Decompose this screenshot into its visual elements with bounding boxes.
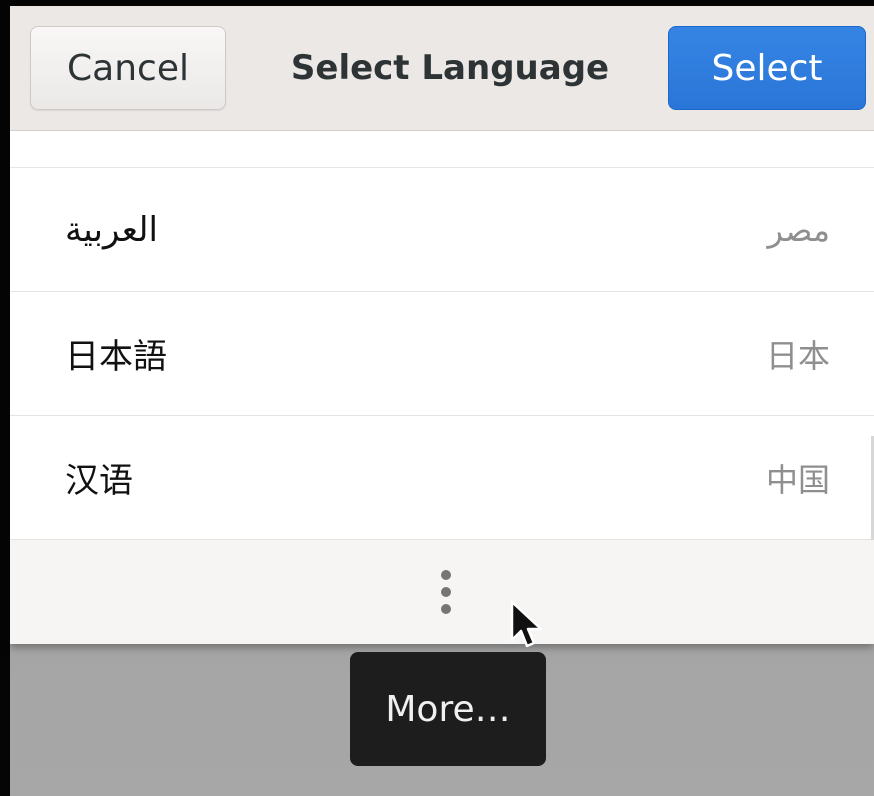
list-top-separator bbox=[10, 131, 874, 168]
language-dialog: Cancel Select Language Select العربية مص… bbox=[10, 6, 874, 644]
language-row-arabic[interactable]: العربية مصر bbox=[10, 168, 874, 292]
cancel-button[interactable]: Cancel bbox=[30, 26, 226, 110]
more-tooltip: More… bbox=[350, 652, 546, 766]
more-languages-button[interactable] bbox=[10, 540, 874, 644]
dialog-title: Select Language bbox=[290, 48, 610, 88]
language-region: 日本 bbox=[765, 336, 830, 375]
language-name: العربية bbox=[65, 209, 158, 250]
language-name: 日本語 bbox=[65, 337, 167, 377]
window-frame-left bbox=[0, 0, 10, 796]
language-name: 汉语 bbox=[65, 461, 133, 501]
language-region: مصر bbox=[767, 210, 830, 249]
screen: Cancel Select Language Select العربية مص… bbox=[0, 0, 874, 796]
mouse-pointer-icon bbox=[510, 600, 543, 648]
language-row-japanese[interactable]: 日本語 日本 bbox=[10, 292, 874, 416]
select-button[interactable]: Select bbox=[668, 26, 866, 110]
dialog-header: Cancel Select Language Select bbox=[10, 6, 874, 131]
language-list: العربية مصر 日本語 日本 汉语 中国 bbox=[10, 131, 874, 644]
language-region: 中国 bbox=[765, 460, 830, 499]
language-row-chinese[interactable]: 汉语 中国 bbox=[10, 416, 874, 540]
view-more-icon bbox=[441, 570, 451, 616]
